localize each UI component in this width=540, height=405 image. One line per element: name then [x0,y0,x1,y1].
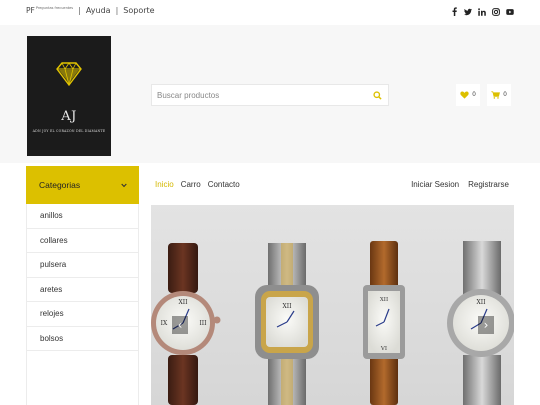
category-item-relojes[interactable]: relojes [27,302,138,327]
heart-icon [460,91,469,99]
category-item-anillos[interactable]: anillos [27,204,138,229]
diamond-logo-icon [56,62,82,87]
faq-link[interactable]: Preguntas frecuentes [36,6,73,10]
category-item-collares[interactable]: collares [27,229,138,253]
instagram-icon[interactable] [492,7,500,16]
facebook-icon[interactable] [450,7,458,16]
chevron-left-icon: ‹ [177,318,183,332]
account-nav: Iniciar Sesion Registrarse [411,180,509,189]
banner-prev-button[interactable]: ‹ [172,316,188,334]
search-bar [151,84,389,106]
svg-text:IX: IX [161,320,168,327]
svg-text:XII: XII [178,299,188,306]
logo-monogram: AJ [61,109,77,124]
cart-icon [491,91,501,99]
login-link[interactable]: Iniciar Sesion [411,180,459,189]
svg-text:XII: XII [476,299,486,306]
brand-short[interactable]: PF [26,6,35,15]
category-item-bolsos[interactable]: bolsos [27,327,138,351]
main-nav: Inicio Carro Contacto [155,180,240,189]
top-bar: PF Preguntas frecuentes | Ayuda | Soport… [0,0,540,24]
search-input[interactable] [152,85,367,105]
svg-text:III: III [199,320,207,327]
divider: | [115,6,119,15]
support-link[interactable]: Soporte [123,6,154,15]
hero-banner: XII III IX XII XII VI XII [151,205,514,405]
twitter-icon[interactable] [464,7,472,16]
banner-next-button[interactable]: › [478,316,494,334]
nav-link-contacto[interactable]: Contacto [208,180,240,189]
wishlist-count: 0 [472,92,476,98]
divider: | [78,6,81,15]
svg-text:VI: VI [380,346,387,352]
social-links [450,7,514,16]
logo-tagline: ADN JOY EL CORAZON DEL DIAMANTE [32,129,106,133]
site-logo[interactable]: AJ ADN JOY EL CORAZON DEL DIAMANTE [27,36,111,156]
search-button[interactable] [366,85,388,105]
chevron-right-icon: › [483,318,489,332]
wishlist-button[interactable]: 0 [456,84,480,106]
svg-text:XII: XII [282,303,292,310]
cart-count: 0 [503,92,507,98]
linkedin-icon[interactable] [478,7,486,16]
nav-link-carro[interactable]: Carro [181,180,201,189]
site-header: AJ ADN JOY EL CORAZON DEL DIAMANTE 0 0 [0,25,540,163]
category-item-aretes[interactable]: aretes [27,278,138,302]
top-bar-left: PF Preguntas frecuentes | Ayuda | Soport… [26,6,155,16]
help-link[interactable]: Ayuda [86,6,111,15]
svg-text:XII: XII [380,297,388,303]
watches-banner-image: XII III IX XII XII VI XII [151,241,514,405]
register-link[interactable]: Registrarse [468,180,509,189]
nav-link-inicio[interactable]: Inicio [155,180,174,189]
categories-list: anillos collares pulsera aretes relojes … [26,204,139,405]
category-item-pulsera[interactable]: pulsera [27,253,138,278]
categories-toggle[interactable]: Categorias [26,166,139,204]
cart-button[interactable]: 0 [487,84,511,106]
chevron-down-icon [121,183,127,187]
search-icon [372,90,382,100]
categories-title: Categorias [39,180,81,190]
youtube-icon[interactable] [506,7,514,16]
